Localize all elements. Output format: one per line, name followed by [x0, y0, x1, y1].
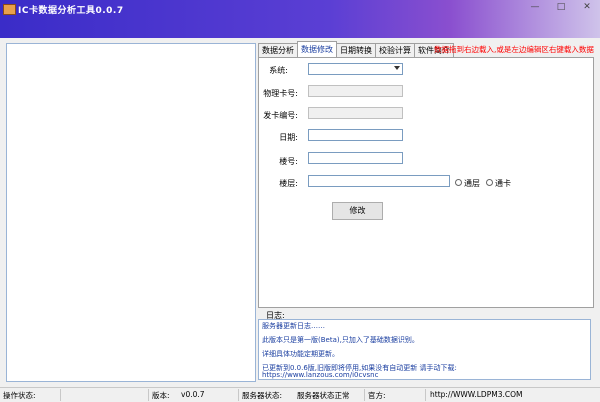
server-status-label: 服务器状态: [242, 391, 283, 400]
official-label: 官方: [368, 391, 386, 400]
log-line: 此版本只是第一版(Beta),只加入了基础数据识别。 [262, 336, 419, 344]
modify-button[interactable]: 修改 [332, 202, 383, 220]
tab-checksum[interactable]: 校验计算 [375, 43, 415, 57]
issue-card-input[interactable] [308, 107, 403, 119]
title-bar: IC卡数据分析工具0.0.7 — □ ✕ [0, 0, 600, 38]
log-line: 服务器更新日志…… [262, 322, 325, 330]
log-line-url: https://www.lanzous.com/i0cvsnc [262, 371, 379, 379]
window-title: IC卡数据分析工具0.0.7 [18, 6, 124, 16]
date-input[interactable] [308, 129, 403, 141]
load-hint: 数据拖到右边载入,或是左边编辑区右键载入数据 [434, 45, 594, 54]
log-line: 详细具体功能定期更新。 [262, 350, 339, 358]
system-label: 系统: [269, 66, 288, 75]
maximize-button[interactable]: □ [554, 2, 568, 12]
physical-card-input[interactable] [308, 85, 403, 97]
op-status-label: 操作状态: [3, 391, 36, 400]
date-label: 日期: [279, 133, 298, 142]
server-status-value: 服务器状态正常 [297, 391, 350, 400]
chevron-down-icon [394, 66, 400, 70]
tab-date-convert[interactable]: 日期转换 [336, 43, 376, 57]
issue-card-label: 发卡编号: [263, 111, 298, 120]
floor-label: 楼层: [279, 179, 298, 188]
building-label: 楼号: [279, 157, 298, 166]
minimize-button[interactable]: — [528, 2, 542, 12]
app-icon [3, 4, 16, 15]
radio-floor-label: 通层 [464, 179, 480, 188]
building-input[interactable] [308, 152, 403, 164]
system-select[interactable] [308, 63, 403, 75]
status-bar: 操作状态: 版本: v0.0.7 服务器状态: 服务器状态正常 官方: http… [0, 387, 600, 402]
radio-pass-label: 通卡 [495, 179, 511, 188]
version-label: 版本: [152, 391, 170, 400]
physical-card-label: 物理卡号: [263, 89, 298, 98]
log-box[interactable]: 服务器更新日志…… 此版本只是第一版(Beta),只加入了基础数据识别。 详细具… [258, 319, 591, 380]
radio-pass[interactable] [486, 179, 493, 186]
official-link[interactable]: http://WWW.LDPM3.COM [430, 390, 522, 399]
tab-strip: 数据分析 数据修改 日期转换 校验计算 软件简介 [258, 41, 454, 57]
data-edit-area[interactable] [6, 43, 256, 382]
close-button[interactable]: ✕ [580, 2, 594, 12]
radio-floor[interactable] [455, 179, 462, 186]
version-value: v0.0.7 [181, 390, 205, 399]
tab-data-modify[interactable]: 数据修改 [297, 41, 337, 57]
tab-data-analysis[interactable]: 数据分析 [258, 43, 298, 57]
floor-input[interactable] [308, 175, 450, 187]
